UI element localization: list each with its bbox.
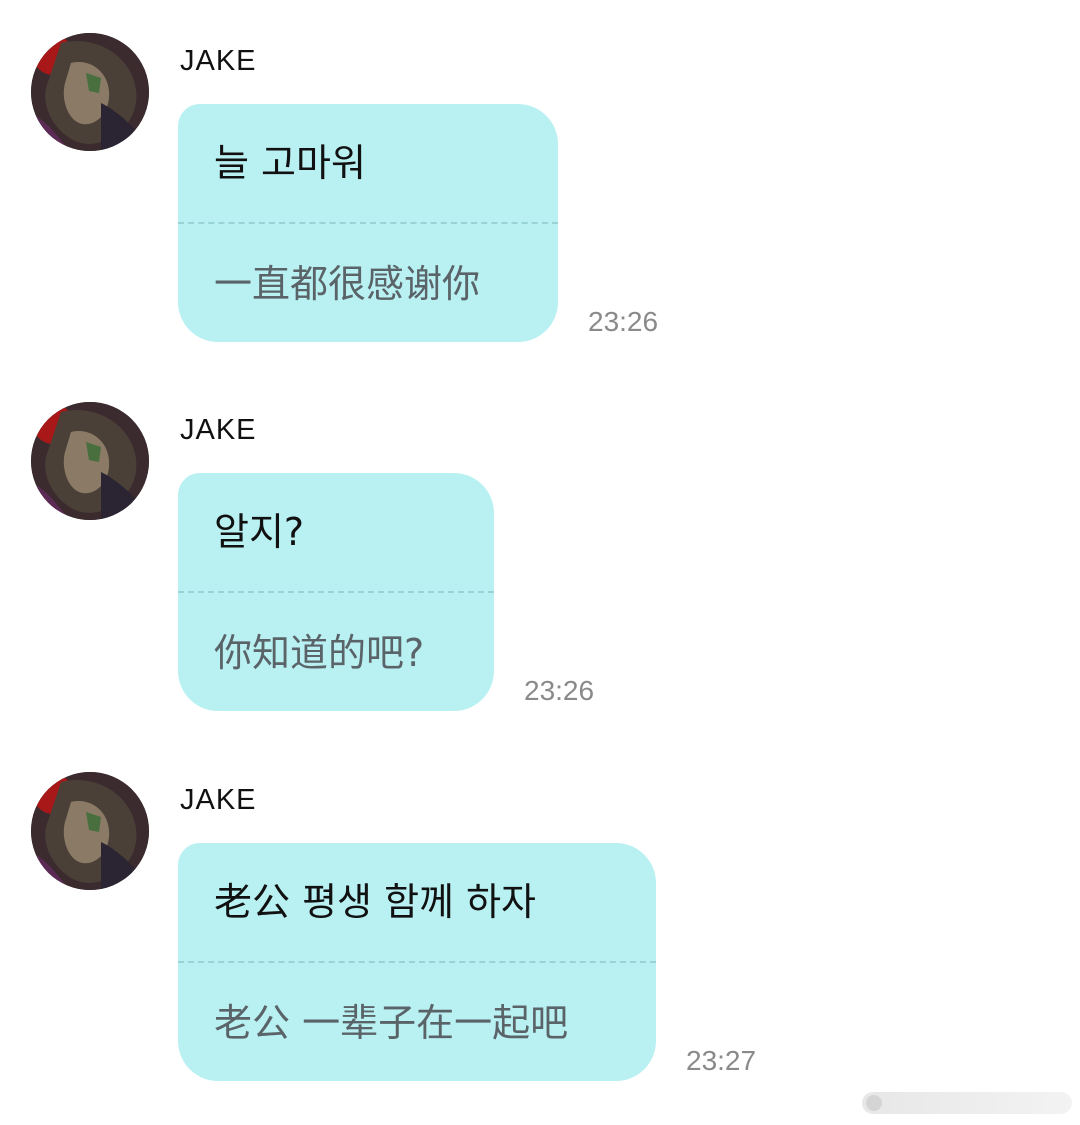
translated-text: 老公 一辈子在一起吧 (214, 1001, 569, 1045)
original-text: 老公 평생 함께 하자 (214, 880, 536, 924)
sender-name: JAKE (180, 45, 257, 77)
horizontal-scrollbar[interactable] (862, 1092, 1072, 1114)
message-bubble[interactable]: 늘 고마워 一直都很感谢你 (178, 104, 558, 342)
message-bubble[interactable]: 老公 평생 함께 하자 老公 一辈子在一起吧 (178, 843, 656, 1081)
scrollbar-thumb[interactable] (866, 1095, 882, 1111)
sender-name: JAKE (180, 784, 257, 816)
sender-name: JAKE (180, 414, 257, 446)
avatar-portrait-icon (31, 33, 149, 151)
avatar[interactable] (31, 33, 149, 151)
avatar-portrait-icon (31, 772, 149, 890)
message-bubble[interactable]: 알지? 你知道的吧? (178, 473, 494, 711)
timestamp: 23:27 (686, 1045, 757, 1076)
translation-divider (178, 591, 494, 593)
translated-text: 你知道的吧? (214, 631, 425, 675)
avatar-portrait-icon (31, 402, 149, 520)
original-text: 늘 고마워 (214, 141, 366, 185)
translation-divider (178, 222, 558, 224)
timestamp: 23:26 (524, 675, 595, 706)
avatar[interactable] (31, 402, 149, 520)
translated-text: 一直都很感谢你 (214, 262, 481, 306)
avatar[interactable] (31, 772, 149, 890)
timestamp: 23:26 (588, 306, 659, 337)
translation-divider (178, 961, 656, 963)
original-text: 알지? (214, 510, 305, 554)
